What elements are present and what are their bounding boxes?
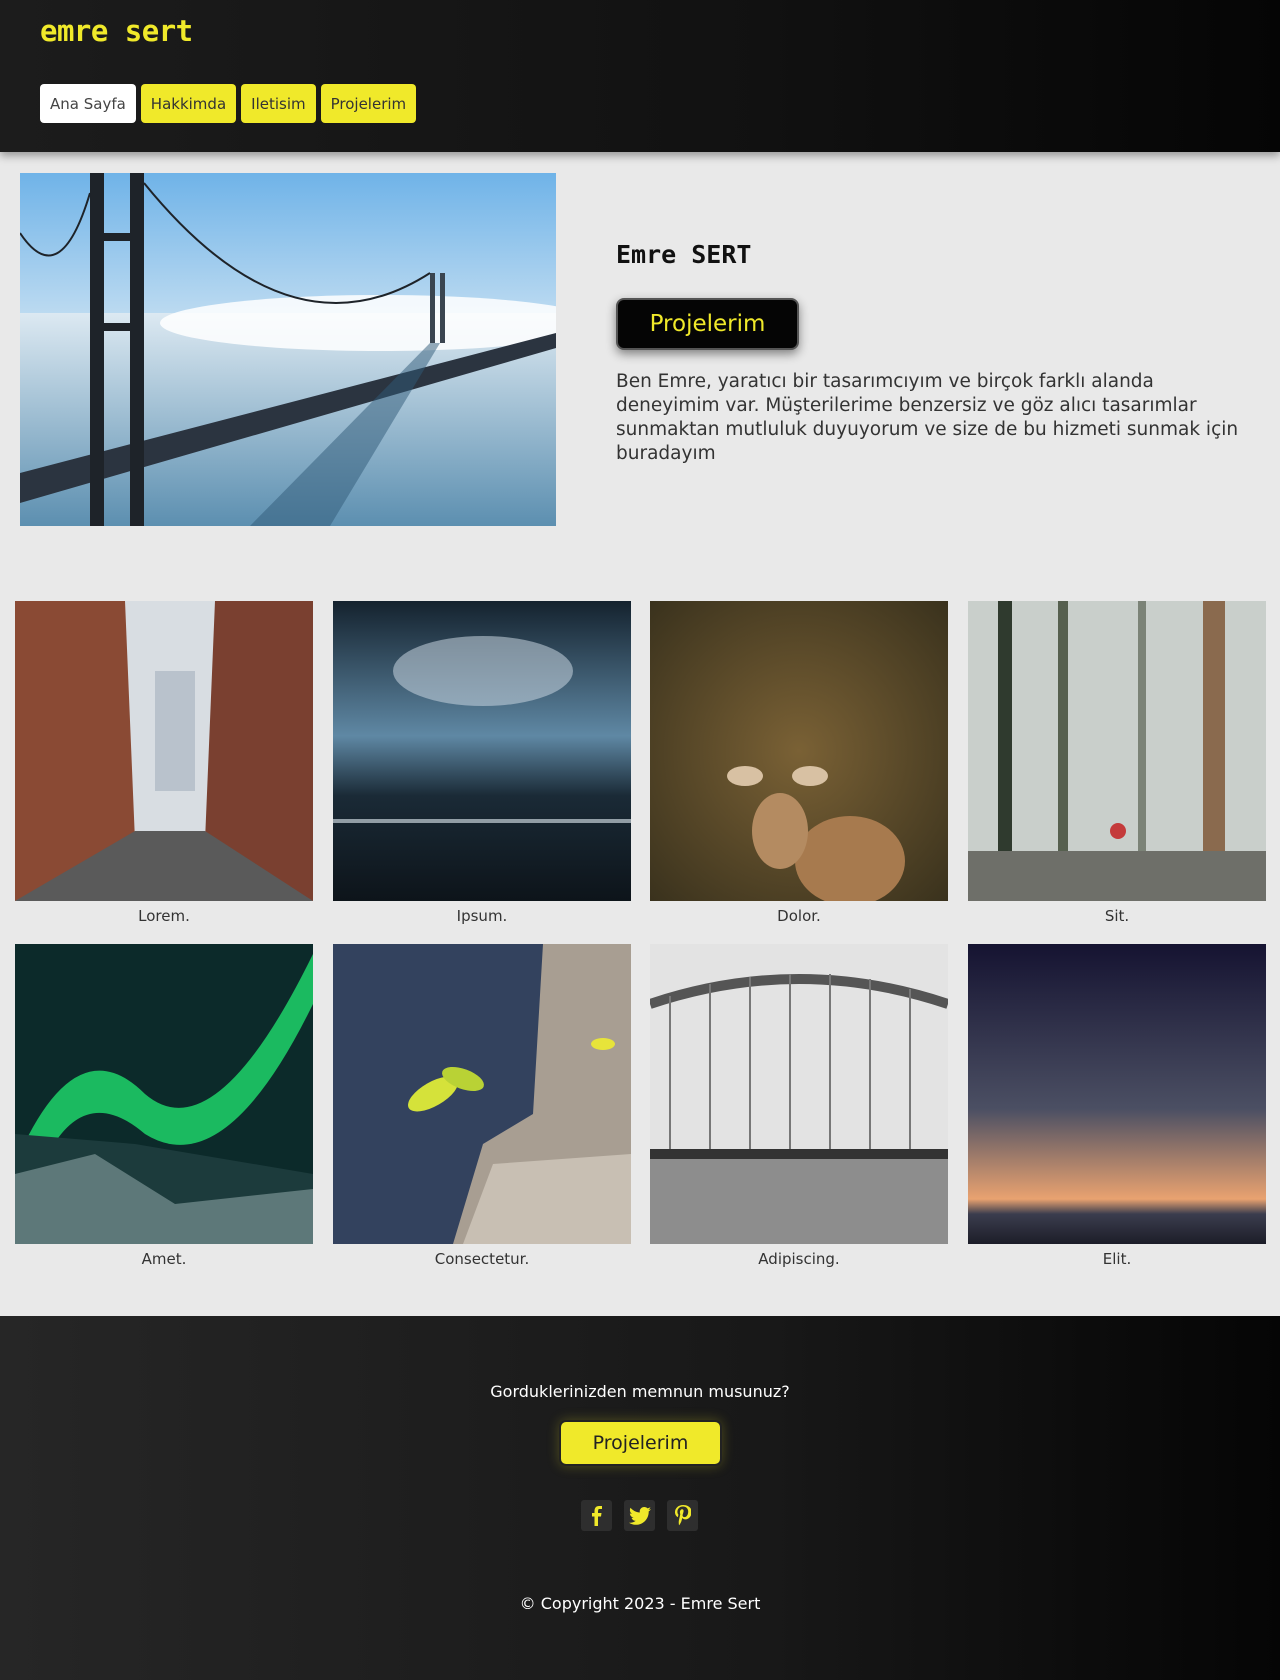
hero-image-bridge	[20, 173, 556, 526]
hero-projelerim-button[interactable]: Projelerim	[616, 298, 799, 350]
gallery-item[interactable]: Amet.	[15, 944, 313, 1268]
footer-question: Gorduklerinizden memnun musunuz?	[490, 1382, 790, 1401]
hero-description: Ben Emre, yaratıcı bir tasarımcıyım ve b…	[616, 371, 1239, 464]
gallery-item[interactable]: Dolor.	[650, 601, 948, 925]
gallery-caption: Adipiscing.	[758, 1250, 840, 1268]
gallery-item[interactable]: Ipsum.	[333, 601, 631, 925]
nav-item-projelerim[interactable]: Projelerim	[320, 84, 417, 123]
gallery-caption: Elit.	[1102, 1250, 1132, 1268]
gallery-item[interactable]: Consectetur.	[333, 944, 631, 1268]
gallery-image-aurora[interactable]	[15, 944, 313, 1244]
nav-item-ana-sayfa[interactable]: Ana Sayfa	[40, 84, 136, 123]
site-header: emre sert Ana Sayfa Hakkimda Iletisim Pr…	[0, 0, 1280, 152]
gallery-item[interactable]: Sit.	[968, 601, 1266, 925]
social-links	[581, 1500, 698, 1531]
gallery-image-arch-bridge[interactable]	[650, 944, 948, 1244]
site-logo[interactable]: emre sert	[40, 14, 193, 48]
copyright-text: © Copyright 2023 - Emre Sert	[519, 1594, 761, 1613]
gallery-image-alley[interactable]	[15, 601, 313, 901]
gallery-image-sunset-sea[interactable]	[968, 944, 1266, 1244]
nav-item-hakkimda[interactable]: Hakkimda	[140, 84, 237, 123]
gallery-image-storm-sea[interactable]	[333, 601, 631, 901]
gallery-caption: Ipsum.	[456, 907, 508, 925]
gallery-image-deer[interactable]	[650, 601, 948, 901]
gallery-caption: Sit.	[1104, 907, 1130, 925]
gallery-caption: Lorem.	[138, 907, 190, 925]
gallery-image-forest[interactable]	[968, 601, 1266, 901]
gallery-item[interactable]: Elit.	[968, 944, 1266, 1268]
gallery-caption: Consectetur.	[434, 1250, 530, 1268]
hero-title: Emre SERT	[616, 240, 752, 269]
gallery-image-plant-rock[interactable]	[333, 944, 631, 1244]
gallery-caption: Dolor.	[777, 907, 821, 925]
main-nav: Ana Sayfa Hakkimda Iletisim Projelerim	[40, 84, 417, 123]
nav-item-iletisim[interactable]: Iletisim	[241, 84, 316, 123]
gallery-item[interactable]: Adipiscing.	[650, 944, 948, 1268]
gallery-caption: Amet.	[141, 1250, 187, 1268]
footer-projelerim-button[interactable]: Projelerim	[559, 1420, 722, 1466]
site-footer: Gorduklerinizden memnun musunuz? Projele…	[0, 1316, 1280, 1680]
pinterest-icon[interactable]	[667, 1500, 698, 1531]
twitter-icon[interactable]	[624, 1500, 655, 1531]
gallery-item[interactable]: Lorem.	[15, 601, 313, 925]
facebook-icon[interactable]	[581, 1500, 612, 1531]
